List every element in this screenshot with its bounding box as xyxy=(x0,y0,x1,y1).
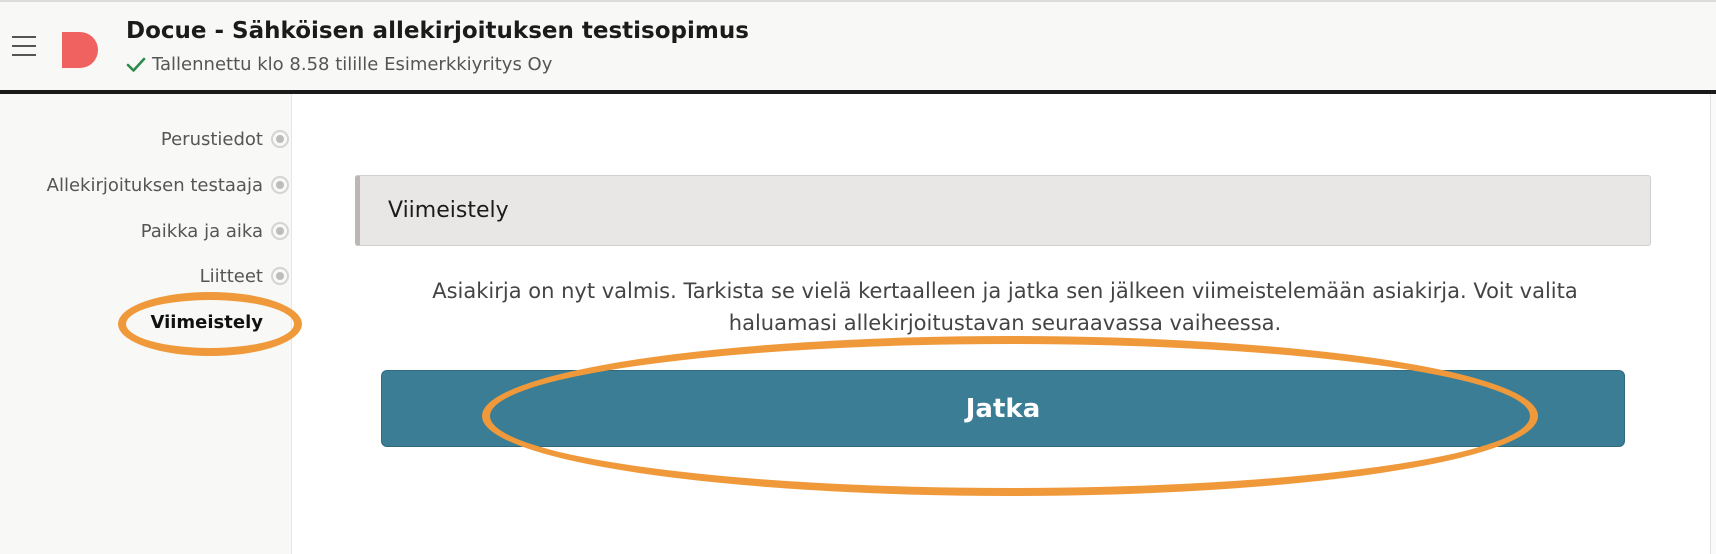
sidebar-step-viimeistely[interactable]: Viimeistely xyxy=(0,307,291,337)
continue-button[interactable]: Jatka xyxy=(381,370,1625,447)
continue-button-label: Jatka xyxy=(965,393,1041,424)
sidebar-step-label: Paikka ja aika xyxy=(140,220,263,242)
scrollbar[interactable] xyxy=(1710,94,1716,554)
sidebar-step-label: Allekirjoituksen testaaja xyxy=(46,174,263,196)
sidebar-step-allekirjoituksen-testaaja[interactable]: Allekirjoituksen testaaja xyxy=(0,170,291,200)
check-icon xyxy=(126,57,146,72)
step-indicator-icon xyxy=(271,267,289,285)
step-indicator-icon xyxy=(271,176,289,194)
docue-logo[interactable] xyxy=(62,32,100,68)
sidebar-step-label: Liitteet xyxy=(199,265,263,287)
step-indicator-icon xyxy=(271,222,289,240)
page: Docue - Sähköisen allekirjoituksen testi… xyxy=(0,0,1716,554)
section-title: Viimeistely xyxy=(388,198,509,223)
sidebar-step-paikka-ja-aika[interactable]: Paikka ja aika xyxy=(0,216,291,246)
top-header: Docue - Sähköisen allekirjoituksen testi… xyxy=(0,0,1716,94)
save-status-text: Tallennettu klo 8.58 tilille Esimerkkiyr… xyxy=(152,54,553,75)
sidebar-step-label: Viimeistely xyxy=(150,311,263,333)
sidebar-step-label: Perustiedot xyxy=(160,128,263,150)
sidebar-step-liitteet[interactable]: Liitteet xyxy=(0,261,291,291)
save-status: Tallennettu klo 8.58 tilille Esimerkkiyr… xyxy=(126,54,552,75)
step-indicator-icon xyxy=(271,130,289,148)
step-sidebar: Perustiedot Allekirjoituksen testaaja Pa… xyxy=(0,94,292,554)
sidebar-step-perustiedot[interactable]: Perustiedot xyxy=(0,124,291,154)
document-title: Docue - Sähköisen allekirjoituksen testi… xyxy=(126,18,749,44)
section-header: Viimeistely xyxy=(355,175,1651,246)
finish-description: Asiakirja on nyt valmis. Tarkista se vie… xyxy=(432,279,1578,335)
hamburger-menu-icon[interactable] xyxy=(12,36,36,56)
